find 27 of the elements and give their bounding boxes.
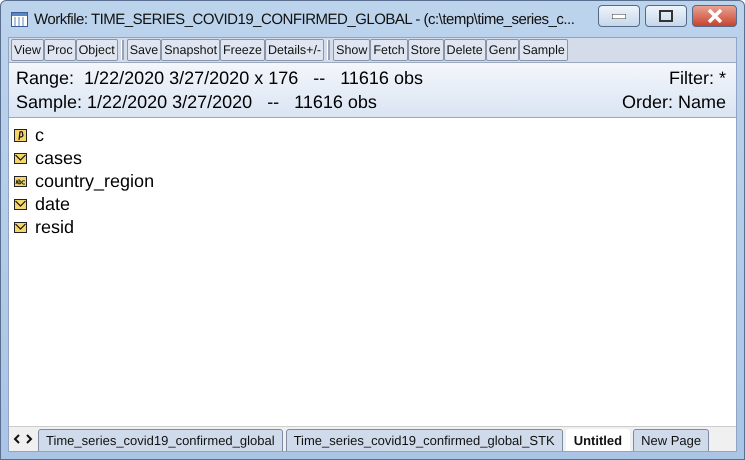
page-tab[interactable]: New Page — [633, 429, 710, 451]
toolbar-button[interactable]: Sample — [519, 39, 568, 61]
range-text: Range: 1/22/2020 3/27/2020 x 176 -- 11616 obs — [16, 67, 423, 90]
object-name[interactable]: c — [35, 125, 44, 146]
order-text: Order: Name — [622, 91, 726, 114]
toolbar-button[interactable]: Save — [126, 39, 162, 61]
toolbar-button[interactable]: Store — [408, 39, 444, 61]
object-name[interactable]: cases — [35, 148, 82, 169]
toolbar-button[interactable]: Proc — [44, 39, 76, 61]
toolbar-button[interactable]: Snapshot — [161, 39, 220, 61]
page-tab[interactable]: Time_series_covid19_confirmed_global — [38, 429, 283, 451]
toolbar-button[interactable]: Freeze — [220, 39, 265, 61]
toolbar-button[interactable]: Details+/- — [264, 39, 324, 61]
sample-text: Sample: 1/22/2020 3/27/2020 -- 11616 obs — [16, 91, 377, 114]
object-name[interactable]: resid — [35, 217, 74, 238]
toolbar-button[interactable]: Object — [76, 39, 118, 61]
toolbar-button[interactable]: Show — [333, 39, 370, 61]
object-name[interactable]: country_region — [35, 171, 154, 192]
toolbar-button[interactable]: View — [11, 39, 44, 61]
page-tab[interactable]: Untitled — [566, 429, 630, 451]
toolbar-button[interactable]: Delete — [444, 39, 486, 61]
object-name[interactable]: date — [35, 194, 70, 215]
toolbar-button[interactable]: Fetch — [370, 39, 408, 61]
toolbar-button[interactable]: Genr — [486, 39, 520, 61]
filter-text: Filter: * — [668, 67, 726, 90]
page-tab[interactable]: Time_series_covid19_confirmed_global_STK — [286, 429, 563, 451]
window-title: Workfile: TIME_SERIES_COVID19_CONFIRMED_GLOBAL - (c:\temp\time_series_c... — [34, 10, 576, 28]
